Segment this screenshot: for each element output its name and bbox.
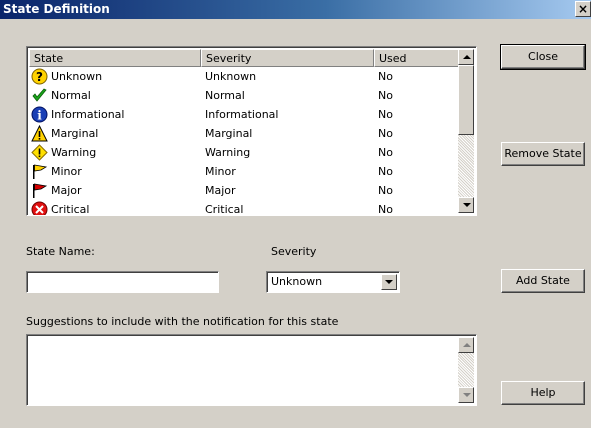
info-icon: i [31, 106, 48, 123]
remove-state-button[interactable]: Remove State [501, 142, 585, 166]
arrow-down-icon [463, 393, 471, 397]
list-item[interactable]: Major Major No [29, 181, 461, 200]
row-used: No [378, 203, 393, 216]
scroll-up-button[interactable] [458, 49, 474, 65]
yellow-flag-icon [33, 164, 48, 179]
add-state-button[interactable]: Add State [501, 269, 585, 293]
row-severity: Minor [205, 165, 236, 178]
chevron-down-icon [385, 280, 393, 284]
title-bar: State Definition × [0, 0, 591, 19]
severity-selected-value: Unknown [271, 275, 323, 288]
arrow-up-icon [463, 343, 471, 347]
row-state: Minor [51, 165, 82, 178]
close-button[interactable]: Close [500, 44, 586, 70]
help-button[interactable]: Help [501, 381, 585, 405]
list-item[interactable]: Warning Warning No [29, 143, 461, 162]
row-used: No [378, 70, 393, 83]
column-header-used[interactable]: Used [374, 49, 461, 67]
row-state: Informational [51, 108, 125, 121]
list-rows: ? Unknown Unknown No Normal Normal No i … [29, 67, 461, 216]
suggestions-scrollbar[interactable] [458, 337, 474, 403]
suggestions-scroll-down-button[interactable] [458, 387, 474, 403]
row-used: No [378, 165, 393, 178]
row-state: Warning [51, 146, 97, 159]
row-used: No [378, 108, 393, 121]
list-item[interactable]: ? Unknown Unknown No [29, 67, 461, 86]
row-used: No [378, 127, 393, 140]
warning-diamond-icon [31, 144, 48, 161]
arrow-down-icon [463, 203, 471, 207]
critical-x-icon [31, 201, 48, 215]
checkmark-icon [32, 88, 47, 102]
row-state: Major [51, 184, 82, 197]
state-name-label: State Name: [26, 245, 95, 258]
row-state: Critical [51, 203, 90, 216]
row-severity: Normal [205, 89, 245, 102]
row-severity: Warning [205, 146, 251, 159]
warning-triangle-icon [31, 125, 48, 142]
suggestions-label: Suggestions to include with the notifica… [26, 315, 339, 328]
question-icon: ? [31, 68, 48, 85]
red-flag-icon [33, 183, 48, 198]
list-scrollbar[interactable] [458, 49, 474, 213]
row-state: Unknown [51, 70, 103, 83]
state-list[interactable]: State Severity Used ? Unknown Unknown No… [26, 46, 477, 216]
state-name-field[interactable] [26, 271, 219, 293]
svg-text:i: i [37, 109, 42, 123]
scroll-thumb[interactable] [458, 65, 474, 135]
arrow-up-icon [463, 55, 471, 59]
row-state: Marginal [51, 127, 99, 140]
row-severity: Critical [205, 203, 244, 216]
row-severity: Informational [205, 108, 279, 121]
list-item[interactable]: Normal Normal No [29, 86, 461, 105]
row-severity: Marginal [205, 127, 253, 140]
row-severity: Major [205, 184, 236, 197]
row-used: No [378, 184, 393, 197]
list-item[interactable]: Marginal Marginal No [29, 124, 461, 143]
row-used: No [378, 146, 393, 159]
column-header-state[interactable]: State [29, 49, 201, 67]
row-severity: Unknown [205, 70, 257, 83]
svg-text:?: ? [36, 70, 43, 84]
column-header-severity[interactable]: Severity [201, 49, 374, 67]
list-item[interactable]: i Informational Informational No [29, 105, 461, 124]
suggestions-scroll-up-button[interactable] [458, 337, 474, 353]
list-item[interactable]: Minor Minor No [29, 162, 461, 181]
row-state: Normal [51, 89, 91, 102]
scroll-down-button[interactable] [458, 197, 474, 213]
list-header: State Severity Used [29, 49, 461, 67]
row-used: No [378, 89, 393, 102]
list-item[interactable]: Critical Critical No [29, 200, 461, 216]
close-icon[interactable]: × [575, 1, 591, 17]
window-title: State Definition [3, 2, 110, 16]
severity-select[interactable]: Unknown [266, 271, 400, 293]
suggestions-textarea[interactable] [26, 334, 477, 406]
severity-label: Severity [271, 245, 317, 258]
severity-dropdown-button[interactable] [381, 274, 397, 290]
